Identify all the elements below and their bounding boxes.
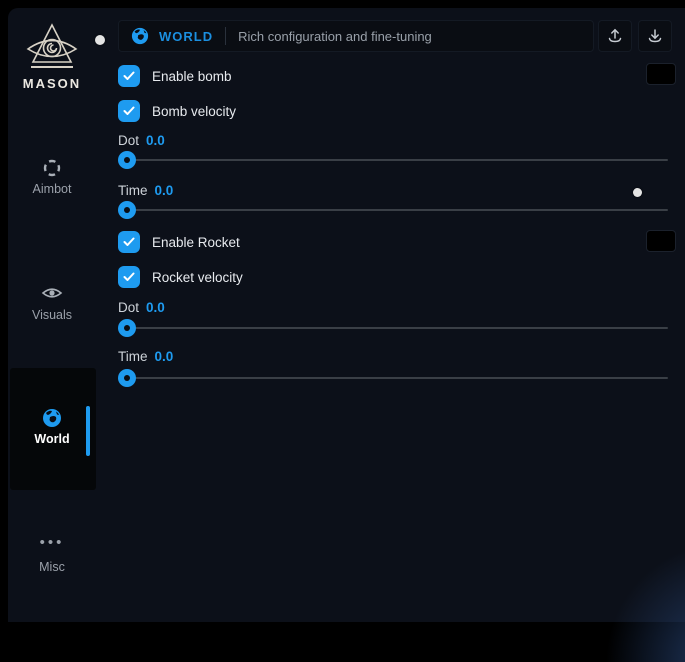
crosshair-icon <box>8 158 96 178</box>
bomb-color-swatch[interactable] <box>646 63 676 85</box>
eye-icon <box>8 284 96 304</box>
slider-label-time: Time 0.0 <box>118 183 173 198</box>
slider-label-dot: Dot 0.0 <box>118 133 165 148</box>
slider-time-track[interactable] <box>120 377 668 379</box>
slider-time-thumb[interactable] <box>118 369 136 387</box>
toggle-label: Enable bomb <box>152 69 232 84</box>
checkbox-checked-icon[interactable] <box>118 231 140 253</box>
toggle-label: Enable Rocket <box>152 235 240 250</box>
page-header: WORLD Rich configuration and fine-tuning <box>118 20 594 52</box>
slider-name: Time <box>118 349 148 364</box>
sidebar-item-world[interactable]: World <box>8 408 96 446</box>
slider-time-thumb[interactable] <box>118 201 136 219</box>
sidebar-item-label: Aimbot <box>8 182 96 196</box>
toggle-rocket-velocity[interactable]: Rocket velocity <box>118 266 243 288</box>
active-indicator-bar <box>86 406 90 456</box>
cursor-dot <box>633 188 642 197</box>
slider-name: Time <box>118 183 148 198</box>
slider-dot-thumb[interactable] <box>118 319 136 337</box>
toggle-enable-rocket[interactable]: Enable Rocket <box>118 231 240 253</box>
sidebar-item-visuals[interactable]: Visuals <box>8 284 96 322</box>
slider-time-track[interactable] <box>120 209 668 211</box>
upload-icon <box>607 28 623 44</box>
slider-dot-thumb[interactable] <box>118 151 136 169</box>
page-subtitle: Rich configuration and fine-tuning <box>238 29 432 44</box>
download-icon <box>647 28 663 44</box>
sidebar-item-misc[interactable]: ••• Misc <box>8 536 96 574</box>
download-config-button[interactable] <box>638 20 672 52</box>
sidebar-item-label: World <box>8 432 96 446</box>
slider-name: Dot <box>118 133 139 148</box>
header-divider <box>225 27 226 45</box>
sidebar-item-label: Misc <box>8 560 96 574</box>
pyramid-eye-icon <box>8 22 96 74</box>
upload-config-button[interactable] <box>598 20 632 52</box>
slider-value: 0.0 <box>155 183 174 198</box>
app-window: MASON Aimbot Visuals <box>8 8 685 622</box>
rocket-color-swatch[interactable] <box>646 230 676 252</box>
checkbox-checked-icon[interactable] <box>118 65 140 87</box>
checkbox-checked-icon[interactable] <box>118 266 140 288</box>
checkbox-checked-icon[interactable] <box>118 100 140 122</box>
sidebar-item-aimbot[interactable]: Aimbot <box>8 158 96 196</box>
brand-logo: MASON <box>8 22 96 91</box>
slider-dot-track[interactable] <box>120 159 668 161</box>
slider-label-dot: Dot 0.0 <box>118 300 165 315</box>
toggle-enable-bomb[interactable]: Enable bomb <box>118 65 232 87</box>
brand-name: MASON <box>8 76 96 91</box>
ellipsis-icon: ••• <box>8 536 96 556</box>
slider-name: Dot <box>118 300 139 315</box>
sidebar-item-label: Visuals <box>8 308 96 322</box>
toggle-bomb-velocity[interactable]: Bomb velocity <box>118 100 236 122</box>
slider-value: 0.0 <box>155 349 174 364</box>
globe-icon <box>131 27 149 45</box>
slider-dot-track[interactable] <box>120 327 668 329</box>
toggle-label: Rocket velocity <box>152 270 243 285</box>
cursor-dot <box>95 35 105 45</box>
globe-icon <box>8 408 96 428</box>
page-title: WORLD <box>159 29 213 44</box>
toggle-label: Bomb velocity <box>152 104 236 119</box>
slider-label-time: Time 0.0 <box>118 349 173 364</box>
slider-value: 0.0 <box>146 300 165 315</box>
sidebar: MASON Aimbot Visuals <box>8 8 108 622</box>
slider-value: 0.0 <box>146 133 165 148</box>
